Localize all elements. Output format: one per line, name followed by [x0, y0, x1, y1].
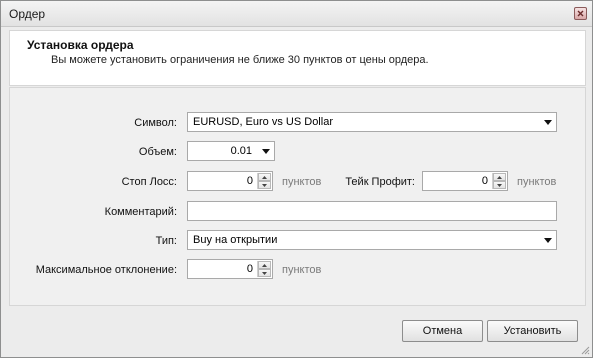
max-deviation-spin-buttons: [257, 261, 271, 277]
type-value: Buy на открытии: [193, 234, 278, 246]
symbol-value: EURUSD, Euro vs US Dollar: [193, 116, 333, 128]
take-profit-stepper[interactable]: 0: [422, 171, 508, 191]
arrow-down-icon: [262, 271, 267, 275]
symbol-label: Символ:: [134, 117, 177, 129]
max-deviation-value: 0: [246, 263, 253, 275]
dialog-header: Установка ордера Вы можете установить ог…: [9, 30, 586, 86]
volume-label: Объем:: [138, 146, 177, 158]
resize-grip-icon[interactable]: [580, 345, 590, 355]
stop-loss-decrement[interactable]: [258, 181, 271, 189]
stop-loss-spin-buttons: [257, 173, 271, 189]
order-form-panel: Символ: EURUSD, Euro vs US Dollar Объем:…: [9, 87, 586, 306]
take-profit-value: 0: [481, 175, 488, 187]
stop-loss-unit: пунктов: [282, 176, 322, 188]
type-label: Тип:: [155, 235, 177, 247]
cancel-button[interactable]: Отмена: [402, 320, 483, 342]
take-profit-decrement[interactable]: [493, 181, 506, 189]
header-subtitle: Вы можете установить ограничения не ближ…: [51, 54, 429, 66]
max-deviation-label: Максимальное отклонение:: [35, 264, 177, 276]
stop-loss-label: Стоп Лосс:: [121, 176, 177, 188]
chevron-down-icon: [544, 120, 552, 125]
stop-loss-stepper[interactable]: 0: [187, 171, 273, 191]
arrow-up-icon: [262, 175, 267, 179]
max-deviation-increment[interactable]: [258, 261, 271, 269]
header-title: Установка ордера: [27, 38, 134, 52]
comment-label: Комментарий:: [104, 206, 177, 218]
max-deviation-unit: пунктов: [282, 264, 322, 276]
stop-loss-value: 0: [246, 175, 253, 187]
arrow-down-icon: [497, 183, 502, 187]
arrow-up-icon: [497, 175, 502, 179]
title-bar[interactable]: Ордер: [1, 1, 592, 27]
submit-button[interactable]: Установить: [487, 320, 578, 342]
max-deviation-decrement[interactable]: [258, 269, 271, 277]
arrow-up-icon: [262, 263, 267, 267]
symbol-select[interactable]: EURUSD, Euro vs US Dollar: [187, 112, 557, 132]
close-button[interactable]: [574, 7, 587, 20]
close-icon: [577, 10, 584, 17]
chevron-down-icon: [544, 238, 552, 243]
arrow-down-icon: [262, 183, 267, 187]
take-profit-spin-buttons: [492, 173, 506, 189]
take-profit-unit: пунктов: [517, 176, 557, 188]
comment-input[interactable]: [187, 201, 557, 221]
chevron-down-icon: [262, 149, 270, 154]
type-select[interactable]: Buy на открытии: [187, 230, 557, 250]
window-title: Ордер: [9, 7, 46, 21]
take-profit-label: Тейк Профит:: [345, 176, 415, 188]
volume-select[interactable]: 0.01: [187, 141, 275, 161]
stop-loss-increment[interactable]: [258, 173, 271, 181]
take-profit-increment[interactable]: [493, 173, 506, 181]
order-dialog: Ордер Установка ордера Вы можете установ…: [0, 0, 593, 358]
volume-value: 0.01: [230, 145, 252, 157]
max-deviation-stepper[interactable]: 0: [187, 259, 273, 279]
